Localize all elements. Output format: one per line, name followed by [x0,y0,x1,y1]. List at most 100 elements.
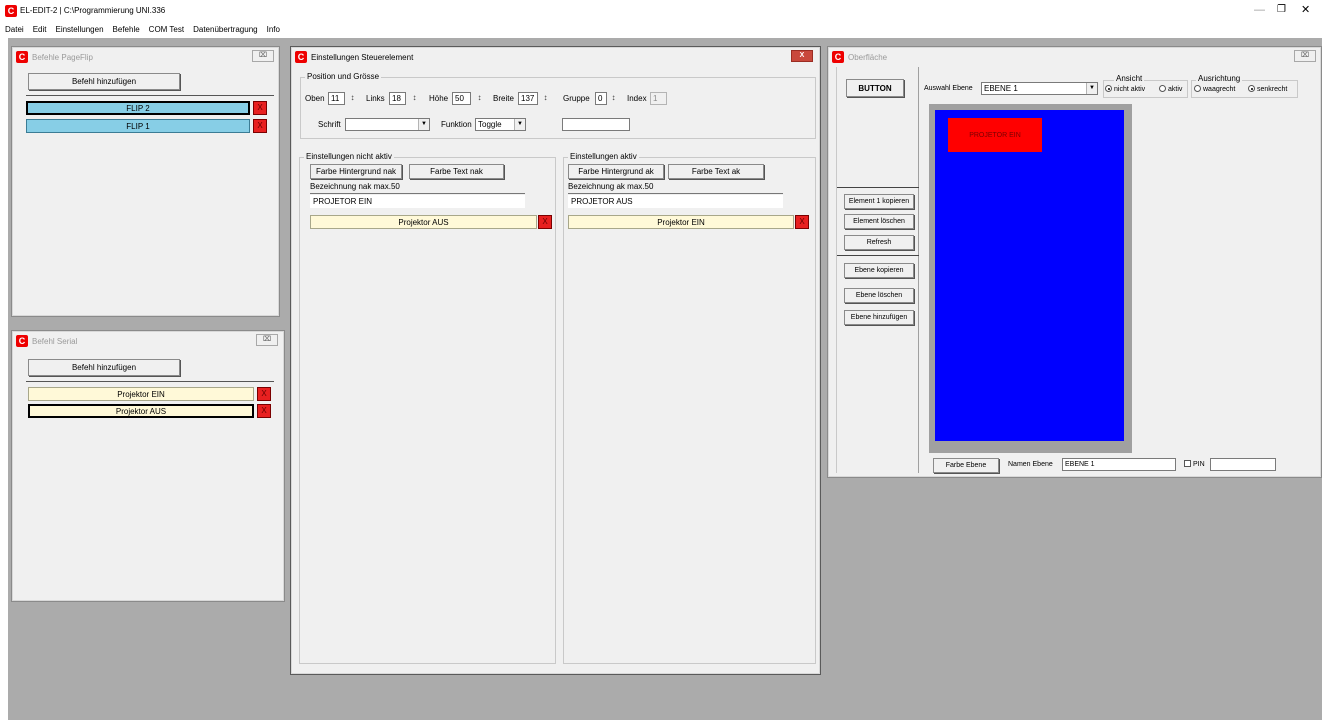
gruppe-field[interactable]: 0 [595,92,607,105]
oberflaeche-title: Oberfläche [848,52,888,62]
menu-befehle[interactable]: Befehle [113,25,140,34]
radio-icon[interactable] [1194,85,1201,92]
aktiv-group-label: Einstellungen aktiv [568,152,639,162]
farbe-ebene-button[interactable]: Farbe Ebene [933,458,999,473]
einstellungen-close-button[interactable]: X [791,50,813,62]
chevron-down-icon[interactable]: ▼ [418,119,429,130]
gruppe-spinner-icon[interactable]: ↕ [608,92,619,105]
auswahl-ebene-dropdown[interactable]: EBENE 1 ▼ [981,82,1098,95]
delete-command-icon[interactable]: X [795,215,809,229]
menu-datei[interactable]: Datei [5,25,24,34]
delete-command-icon[interactable]: X [253,119,267,133]
serial-close-button[interactable]: ⌧ [256,334,278,346]
serial-command-item[interactable]: Projektor AUS [28,404,254,418]
radio-selected-icon[interactable] [1105,85,1112,92]
delete-command-icon[interactable]: X [538,215,552,229]
oben-field[interactable]: 11 [328,92,345,105]
menu-info[interactable]: Info [267,25,280,34]
bezeichnung-nak-field[interactable]: PROJETOR EIN [310,195,525,208]
farbe-hintergrund-nak-button[interactable]: Farbe Hintergrund nak [310,164,402,179]
namen-ebene-field[interactable]: EBENE 1 [1062,458,1176,471]
element-loeschen-button[interactable]: Element löschen [844,214,914,229]
delete-command-icon[interactable]: X [257,404,271,418]
pageflip-add-command-button[interactable]: Befehl hinzufügen [28,73,180,90]
ansicht-nicht-aktiv-radio[interactable]: nicht aktiv [1105,85,1145,95]
menu-datenuebertragung[interactable]: Datenübertragung [193,25,258,34]
farbe-text-nak-button[interactable]: Farbe Text nak [409,164,504,179]
oberflaeche-close-button[interactable]: ⌧ [1294,50,1316,62]
oben-spinner-icon[interactable]: ↕ [347,92,358,105]
einstellungen-window: C Einstellungen Steuerelement X Position… [290,46,821,675]
delete-command-icon[interactable]: X [253,101,267,115]
serial-title: Befehl Serial [32,336,78,346]
button-type-button[interactable]: BUTTON [846,79,904,97]
restore-icon[interactable]: ❐ [1277,4,1286,15]
breite-spinner-icon[interactable]: ↕ [540,92,551,105]
checkbox-icon[interactable] [1184,460,1191,467]
nicht-aktiv-group-label: Einstellungen nicht aktiv [304,152,394,162]
hoehe-field[interactable]: 50 [452,92,471,105]
separator [310,193,525,194]
links-field[interactable]: 18 [389,92,406,105]
menu-com-test[interactable]: COM Test [149,25,184,34]
menu-einstellungen[interactable]: Einstellungen [55,25,103,34]
app-title: EL-EDIT-2 | C:\Programmierung UNI.336 [20,6,166,15]
ebene-hinzufuegen-button[interactable]: Ebene hinzufügen [844,310,914,325]
links-spinner-icon[interactable]: ↕ [409,92,420,105]
radio-selected-icon[interactable] [1248,85,1255,92]
nicht-aktiv-group: Einstellungen nicht aktiv Farbe Hintergr… [299,152,556,664]
index-label: Index [627,94,647,103]
bezeichnung-ak-label: Bezeichnung ak max.50 [568,182,654,191]
serial-titlebar: C Befehl Serial [12,331,284,351]
preview-button-element[interactable]: PROJETOR EIN [948,118,1042,152]
serial-command-item[interactable]: Projektor EIN [28,387,254,401]
app-logo-icon: C [16,51,28,63]
separator [26,95,274,96]
refresh-button[interactable]: Refresh [844,235,914,250]
ebene-kopieren-button[interactable]: Ebene kopieren [844,263,914,278]
minimize-icon[interactable]: — [1254,4,1265,16]
ebene-loeschen-button[interactable]: Ebene löschen [844,288,914,303]
breite-field[interactable]: 137 [518,92,538,105]
auswahl-ebene-value: EBENE 1 [984,84,1018,93]
menu-edit[interactable]: Edit [33,25,47,34]
pin-checkbox[interactable]: PIN [1184,460,1205,470]
breite-label: Breite [493,94,514,103]
gruppe-label: Gruppe [563,94,590,103]
extra-text-field[interactable] [562,118,630,131]
schrift-dropdown[interactable]: ▼ [345,118,430,131]
pin-field[interactable] [1210,458,1276,471]
position-size-group-label: Position und Grösse [305,72,382,82]
pageflip-close-button[interactable]: ⌧ [252,50,274,62]
ausrichtung-senkrecht-radio[interactable]: senkrecht [1248,85,1287,95]
pageflip-command-item[interactable]: FLIP 2 [26,101,250,115]
pageflip-command-item[interactable]: FLIP 1 [26,119,250,133]
nak-command-item[interactable]: Projektor AUS [310,215,537,229]
separator [26,381,274,382]
namen-ebene-label: Namen Ebene [1008,461,1053,468]
einstellungen-title: Einstellungen Steuerelement [311,52,414,62]
oberflaeche-titlebar: C Oberfläche [828,47,1321,67]
funktion-dropdown[interactable]: Toggle ▼ [475,118,526,131]
close-icon[interactable]: ✕ [1301,3,1310,16]
delete-command-icon[interactable]: X [257,387,271,401]
oben-label: Oben [305,94,325,103]
menu-bar: Datei Edit Einstellungen Befehle COM Test Dat… [0,22,1322,38]
element-kopieren-button[interactable]: Element 1 kopieren [844,194,914,209]
serial-add-command-button[interactable]: Befehl hinzufügen [28,359,180,376]
chevron-down-icon[interactable]: ▼ [514,119,525,130]
radio-icon[interactable] [1159,85,1166,92]
hoehe-spinner-icon[interactable]: ↕ [474,92,485,105]
ansicht-aktiv-radio[interactable]: aktiv [1159,85,1182,95]
ausrichtung-waagrecht-radio[interactable]: waagrecht [1194,85,1235,95]
schrift-label: Schrift [318,120,341,129]
bezeichnung-nak-label: Bezeichnung nak max.50 [310,182,400,191]
chevron-down-icon[interactable]: ▼ [1086,83,1097,94]
farbe-hintergrund-ak-button[interactable]: Farbe Hintergrund ak [568,164,664,179]
farbe-text-ak-button[interactable]: Farbe Text ak [668,164,764,179]
preview-canvas[interactable] [935,110,1124,441]
bezeichnung-ak-field[interactable]: PROJETOR AUS [568,195,783,208]
ak-command-item[interactable]: Projektor EIN [568,215,794,229]
funktion-value: Toggle [478,120,502,129]
ausrichtung-group: Ausrichtung waagrecht senkrecht [1191,74,1298,98]
